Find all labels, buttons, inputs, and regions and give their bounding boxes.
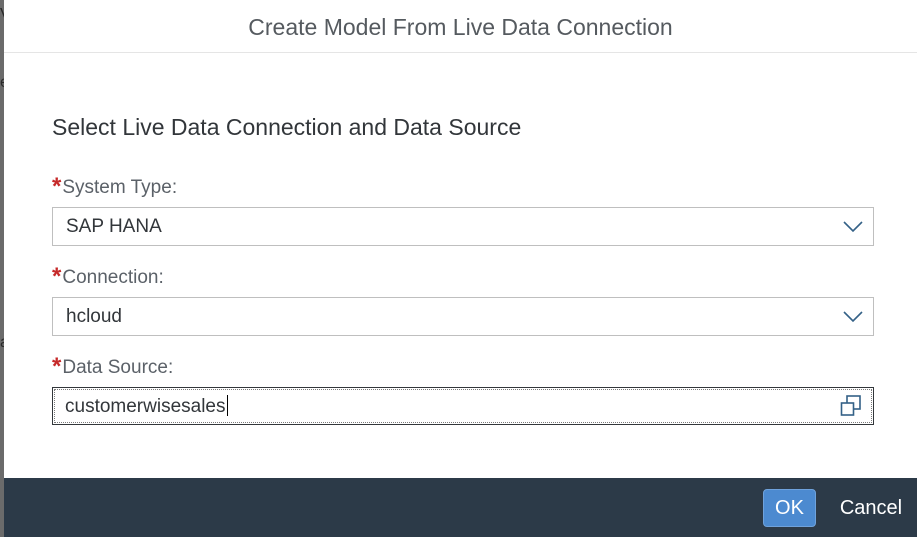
- section-title: Select Live Data Connection and Data Sou…: [52, 114, 522, 140]
- data-source-value: customerwisesales: [53, 394, 829, 418]
- system-type-select[interactable]: SAP HANA: [52, 207, 874, 246]
- data-source-input[interactable]: customerwisesales: [52, 387, 874, 425]
- system-type-value: SAP HANA: [66, 215, 162, 237]
- connection-select[interactable]: hcloud: [52, 297, 874, 336]
- data-source-text: customerwisesales: [65, 395, 226, 417]
- dialog-header: Create Model From Live Data Connection: [4, 0, 917, 53]
- value-help-icon[interactable]: [829, 388, 873, 424]
- ok-button[interactable]: OK: [763, 489, 816, 527]
- dialog-footer: OK Cancel: [4, 478, 917, 537]
- text-caret: [226, 394, 228, 416]
- chevron-down-icon[interactable]: [833, 298, 873, 335]
- cancel-button[interactable]: Cancel: [830, 489, 912, 527]
- connection-value: hcloud: [66, 305, 122, 327]
- dialog-title: Create Model From Live Data Connection: [248, 13, 673, 40]
- chevron-down-icon[interactable]: [833, 208, 873, 245]
- connection-label: * Connection:: [52, 262, 164, 290]
- required-marker: *: [52, 353, 62, 380]
- system-type-label-text: System Type:: [62, 177, 178, 198]
- data-source-label: * Data Source:: [52, 352, 173, 380]
- required-marker: *: [52, 263, 62, 290]
- data-source-label-text: Data Source:: [62, 357, 174, 378]
- connection-label-text: Connection:: [62, 267, 164, 288]
- system-type-label: * System Type:: [52, 172, 177, 200]
- required-marker: *: [52, 173, 62, 200]
- create-model-dialog: Create Model From Live Data Connection S…: [4, 0, 917, 537]
